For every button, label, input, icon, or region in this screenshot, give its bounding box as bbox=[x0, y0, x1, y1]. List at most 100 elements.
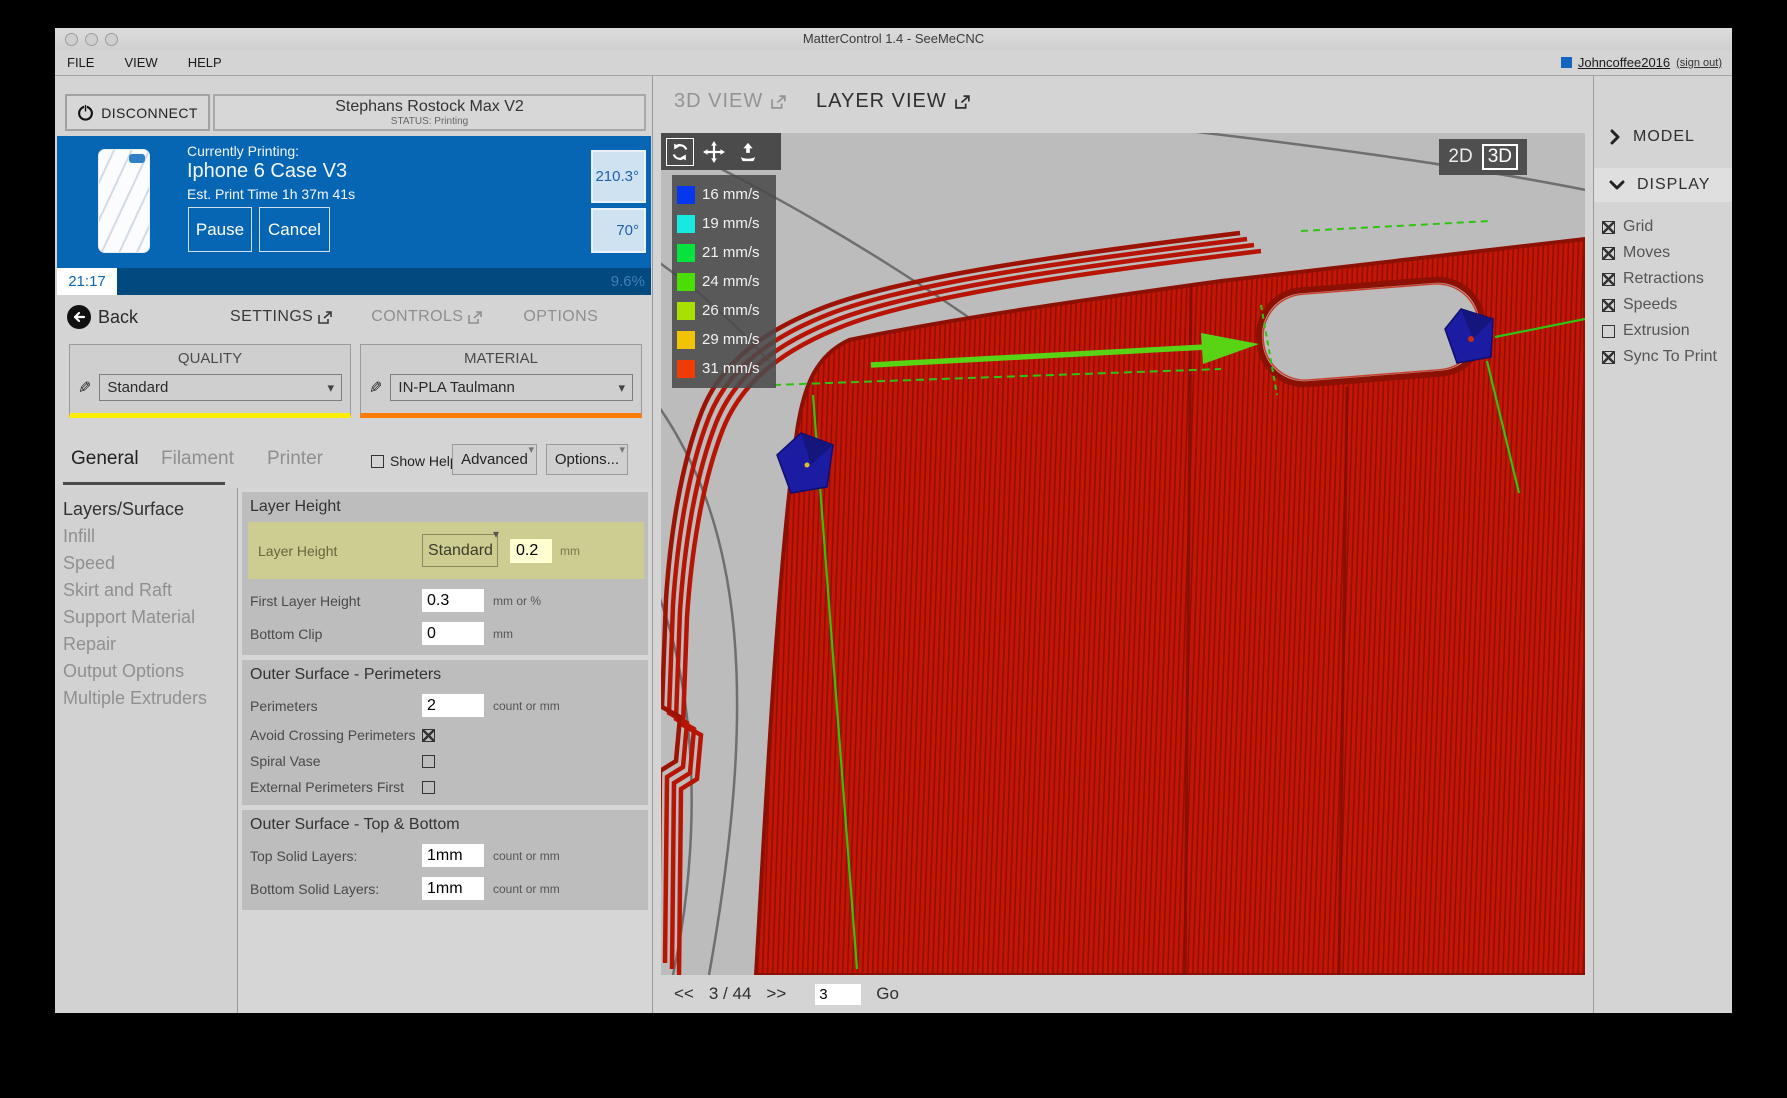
model-label: MODEL bbox=[1633, 128, 1695, 146]
toggle-3d-button[interactable]: 3D bbox=[1482, 144, 1518, 170]
avoid-crossing-label: Avoid Crossing Perimeters bbox=[250, 727, 422, 743]
bottom-solid-layers-input[interactable] bbox=[422, 877, 484, 900]
back-button[interactable]: Back bbox=[67, 305, 138, 329]
tab-filament[interactable]: Filament bbox=[161, 448, 234, 470]
bottom-clip-input[interactable] bbox=[422, 622, 484, 645]
disconnect-button[interactable]: DISCONNECT bbox=[65, 94, 210, 131]
scale-z-tool-icon[interactable] bbox=[734, 138, 762, 166]
tab-3d-view[interactable]: 3D VIEW bbox=[674, 90, 787, 113]
material-preset-box: MATERIAL ✎ IN-PLA Taulmann ▾ bbox=[360, 344, 642, 418]
tab-printer[interactable]: Printer bbox=[267, 448, 323, 470]
menu-view[interactable]: VIEW bbox=[124, 55, 157, 70]
section-title: Outer Surface - Top & Bottom bbox=[250, 816, 642, 834]
category-output-options[interactable]: Output Options bbox=[63, 658, 237, 685]
display-label: DISPLAY bbox=[1637, 176, 1710, 194]
layer-position: 3 / 44 bbox=[709, 984, 752, 1004]
close-window-icon[interactable] bbox=[65, 33, 78, 46]
first-layer-height-input[interactable] bbox=[422, 589, 484, 612]
bed-temp-widget[interactable]: 70° bbox=[591, 208, 646, 253]
display-option-retractions[interactable]: Retractions bbox=[1602, 266, 1732, 292]
layer-height-input[interactable] bbox=[510, 539, 552, 563]
menu-help[interactable]: HELP bbox=[188, 55, 222, 70]
next-layer-button[interactable]: >> bbox=[766, 984, 786, 1004]
sign-out-link[interactable]: (sign out) bbox=[1676, 57, 1722, 69]
display-options-list: Grid Moves Retractions Speeds Extrusion … bbox=[1594, 214, 1732, 370]
advanced-button[interactable]: Advanced ▾ bbox=[452, 444, 537, 475]
layer-height-select[interactable]: Standard ▾ bbox=[422, 534, 498, 567]
move-tool-icon[interactable] bbox=[700, 138, 728, 166]
extrusion-label: Extrusion bbox=[1623, 322, 1690, 340]
section-title: Outer Surface - Perimeters bbox=[250, 666, 642, 684]
pause-button[interactable]: Pause bbox=[188, 207, 252, 252]
material-select[interactable]: IN-PLA Taulmann ▾ bbox=[390, 374, 633, 401]
external-perimeters-checkbox[interactable] bbox=[422, 781, 435, 794]
display-sidebar: MODEL DISPLAY Grid Moves Retractions Spe… bbox=[1593, 76, 1732, 1013]
options-label: OPTIONS bbox=[523, 308, 598, 326]
show-help-toggle[interactable]: Show Help bbox=[371, 453, 458, 469]
display-option-extrusion[interactable]: Extrusion bbox=[1602, 318, 1732, 344]
options-button[interactable]: Options... ▾ bbox=[546, 444, 628, 475]
quality-select[interactable]: Standard ▾ bbox=[99, 374, 342, 401]
extrusion-checkbox[interactable] bbox=[1602, 325, 1615, 338]
spiral-vase-row: Spiral Vase bbox=[250, 753, 642, 769]
category-layers-surface[interactable]: Layers/Surface bbox=[63, 496, 237, 523]
grid-checkbox[interactable] bbox=[1602, 221, 1615, 234]
rotate-tool-icon[interactable] bbox=[666, 138, 694, 166]
account-name-link[interactable]: Johncoffee2016 bbox=[1578, 55, 1670, 70]
options-link[interactable]: OPTIONS bbox=[523, 308, 598, 326]
zoom-window-icon[interactable] bbox=[105, 33, 118, 46]
speed-swatch bbox=[677, 273, 695, 291]
settings-link[interactable]: SETTINGS bbox=[230, 308, 333, 326]
cancel-button[interactable]: Cancel bbox=[259, 207, 330, 252]
edit-pencil-icon[interactable]: ✎ bbox=[78, 378, 91, 398]
progress-percent: 9.6% bbox=[611, 268, 645, 295]
external-link-icon bbox=[468, 311, 483, 324]
speed-swatch bbox=[677, 331, 695, 349]
category-repair[interactable]: Repair bbox=[63, 631, 237, 658]
printing-info: Currently Printing: Iphone 6 Case V3 Est… bbox=[187, 143, 355, 202]
show-help-checkbox[interactable] bbox=[371, 455, 384, 468]
moves-checkbox[interactable] bbox=[1602, 247, 1615, 260]
edit-pencil-icon[interactable]: ✎ bbox=[369, 378, 382, 398]
top-bottom-section: Outer Surface - Top & Bottom Top Solid L… bbox=[242, 810, 648, 910]
printer-name: Stephans Rostock Max V2 bbox=[215, 98, 644, 116]
minimize-window-icon[interactable] bbox=[85, 33, 98, 46]
active-tab-underline bbox=[63, 482, 225, 485]
top-solid-layers-input[interactable] bbox=[422, 844, 484, 867]
bottom-clip-unit: mm bbox=[493, 627, 513, 641]
model-section-toggle[interactable]: MODEL bbox=[1594, 120, 1732, 154]
retractions-checkbox[interactable] bbox=[1602, 273, 1615, 286]
avoid-crossing-checkbox[interactable] bbox=[422, 729, 435, 742]
display-section-toggle[interactable]: DISPLAY bbox=[1594, 168, 1732, 202]
menu-file[interactable]: FILE bbox=[67, 55, 94, 70]
options-button-label: Options... bbox=[555, 451, 619, 468]
tab-layer-view[interactable]: LAYER VIEW bbox=[816, 90, 971, 113]
display-option-sync-to-print[interactable]: Sync To Print bbox=[1602, 344, 1732, 370]
controls-link[interactable]: CONTROLS bbox=[371, 308, 483, 326]
category-support-material[interactable]: Support Material bbox=[63, 604, 237, 631]
toggle-2d-button[interactable]: 2D bbox=[1448, 146, 1472, 168]
chevron-down-icon: ▾ bbox=[618, 380, 625, 396]
back-arrow-icon bbox=[67, 305, 91, 329]
extruder-temp-widget[interactable]: 210.3° bbox=[591, 150, 646, 203]
category-infill[interactable]: Infill bbox=[63, 523, 237, 550]
go-button[interactable]: Go bbox=[876, 984, 899, 1004]
category-speed[interactable]: Speed bbox=[63, 550, 237, 577]
sync-to-print-checkbox[interactable] bbox=[1602, 351, 1615, 364]
moves-label: Moves bbox=[1623, 244, 1670, 262]
perimeters-input[interactable] bbox=[422, 694, 484, 717]
speeds-checkbox[interactable] bbox=[1602, 299, 1615, 312]
external-link-icon bbox=[771, 95, 787, 109]
category-multiple-extruders[interactable]: Multiple Extruders bbox=[63, 685, 237, 712]
display-option-speeds[interactable]: Speeds bbox=[1602, 292, 1732, 318]
spiral-vase-checkbox[interactable] bbox=[422, 755, 435, 768]
display-option-moves[interactable]: Moves bbox=[1602, 240, 1732, 266]
prev-layer-button[interactable]: << bbox=[674, 984, 694, 1004]
printer-name-box[interactable]: Stephans Rostock Max V2 STATUS: Printing bbox=[213, 94, 646, 131]
display-option-grid[interactable]: Grid bbox=[1602, 214, 1732, 240]
category-skirt-raft[interactable]: Skirt and Raft bbox=[63, 577, 237, 604]
tab-general[interactable]: General bbox=[71, 448, 139, 470]
layer-number-input[interactable] bbox=[815, 984, 861, 1005]
layer-view-canvas[interactable]: 16 mm/s 19 mm/s 21 mm/s 24 mm/s 26 mm/s … bbox=[661, 133, 1585, 975]
printer-panel: DISCONNECT Stephans Rostock Max V2 STATU… bbox=[55, 76, 653, 1013]
